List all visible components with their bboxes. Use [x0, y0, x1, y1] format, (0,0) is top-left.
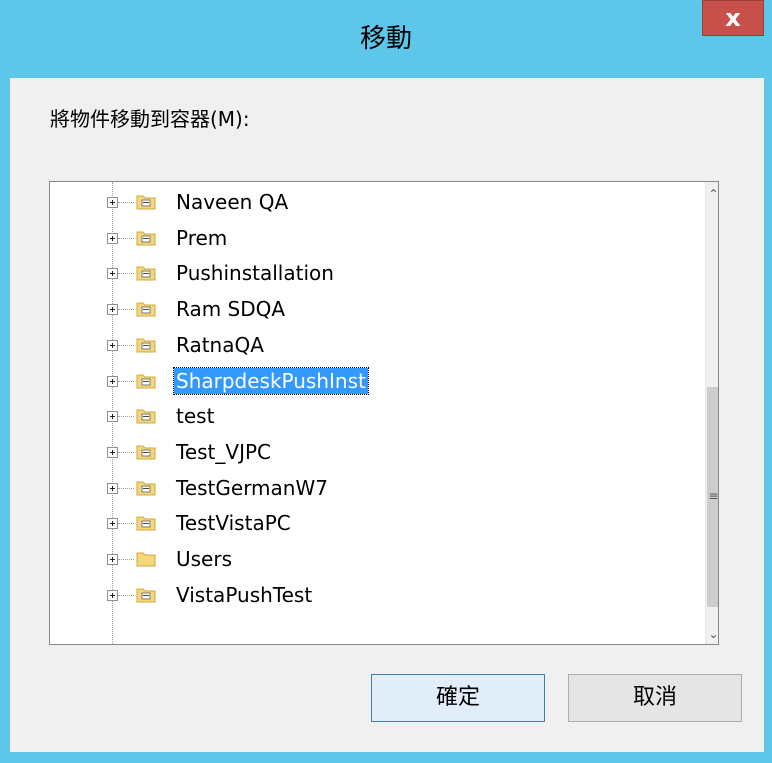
ok-button[interactable]: 確定	[371, 674, 545, 722]
tree-item-label[interactable]: VistaPushTest	[174, 582, 314, 608]
organizational-unit-icon	[136, 442, 156, 462]
window-title: 移動	[359, 24, 412, 54]
tree-connector	[118, 416, 134, 418]
cancel-button[interactable]: 取消	[568, 674, 742, 722]
expand-plus-icon[interactable]	[107, 304, 118, 316]
tree-item[interactable]: VistaPushTest	[50, 579, 705, 611]
tree-item[interactable]: TestGermanW7	[50, 472, 705, 504]
vertical-scrollbar[interactable]: ⌃ ≡ ⌄	[705, 182, 719, 644]
tree-connector	[118, 487, 134, 489]
tree-item[interactable]: SharpdeskPushInst	[50, 365, 705, 397]
tree-item[interactable]: RatnaQA	[50, 329, 705, 361]
tree-item[interactable]: Naveen QA	[50, 186, 705, 218]
tree-item-label[interactable]: Naveen QA	[174, 189, 290, 215]
organizational-unit-icon	[136, 335, 156, 355]
scrollbar-thumb[interactable]: ≡	[707, 387, 719, 607]
organizational-unit-icon	[136, 513, 156, 533]
tree-connector	[118, 594, 134, 596]
organizational-unit-icon	[136, 299, 156, 319]
expand-plus-icon[interactable]	[107, 375, 118, 387]
tree-item-label[interactable]: Test_VJPC	[174, 439, 273, 465]
tree-item-label[interactable]: Pushinstallation	[174, 260, 336, 286]
organizational-unit-icon	[136, 263, 156, 283]
close-button[interactable]: x	[702, 0, 764, 36]
expand-plus-icon[interactable]	[107, 411, 118, 423]
scroll-up-icon[interactable]: ⌃	[706, 184, 718, 204]
tree-item-label[interactable]: Ram SDQA	[174, 296, 287, 322]
tree-item-label[interactable]: Users	[174, 546, 234, 572]
tree-item[interactable]: Prem	[50, 222, 705, 254]
title-bar[interactable]: 移動 x	[0, 0, 772, 78]
tree-connector	[118, 523, 134, 525]
dialog-body: 將物件移動到容器(M): Naveen QA Prem Pushinstallati…	[10, 78, 764, 752]
tree-item-label[interactable]: test	[174, 403, 216, 429]
tree-item[interactable]: Users	[50, 543, 705, 575]
organizational-unit-icon	[136, 478, 156, 498]
expand-plus-icon[interactable]	[107, 339, 118, 351]
tree-connector	[118, 202, 134, 203]
tree-item[interactable]: test	[50, 400, 705, 432]
expand-plus-icon[interactable]	[107, 268, 118, 280]
tree-connector	[118, 559, 134, 560]
tree-connector	[118, 273, 134, 275]
tree-connector	[118, 451, 134, 453]
tree-connector	[118, 344, 134, 346]
expand-plus-icon[interactable]	[107, 518, 118, 530]
organizational-unit-icon	[136, 192, 156, 212]
tree-item[interactable]: TestVistaPC	[50, 507, 705, 539]
expand-plus-icon[interactable]	[107, 232, 118, 244]
expand-plus-icon[interactable]	[107, 482, 118, 494]
tree-connector	[118, 237, 134, 239]
tree-connector	[118, 309, 134, 311]
expand-plus-icon[interactable]	[107, 446, 118, 458]
tree-item[interactable]: Pushinstallation	[50, 257, 705, 289]
container-tree[interactable]: Naveen QA Prem Pushinstallation Ram SDQA Rat…	[49, 181, 719, 645]
scroll-down-icon[interactable]: ⌄	[706, 624, 718, 644]
organizational-unit-icon	[136, 371, 156, 391]
tree-connector	[118, 380, 134, 382]
tree-item-label[interactable]: TestGermanW7	[174, 475, 330, 501]
tree-item-label[interactable]: TestVistaPC	[174, 510, 293, 536]
expand-plus-icon[interactable]	[107, 589, 118, 601]
expand-plus-icon[interactable]	[107, 554, 118, 565]
move-to-container-label: 將物件移動到容器(M):	[50, 107, 250, 131]
organizational-unit-icon	[136, 585, 156, 605]
move-dialog: 移動 x 將物件移動到容器(M): Naveen QA Prem Pushinsta…	[0, 0, 772, 763]
grip-icon: ≡	[708, 489, 719, 503]
tree-item-label[interactable]: Prem	[174, 225, 229, 251]
folder-icon	[136, 549, 156, 569]
tree-item[interactable]: Ram SDQA	[50, 293, 705, 325]
tree-item-label[interactable]: SharpdeskPushInst	[173, 366, 369, 395]
tree-item[interactable]: Test_VJPC	[50, 436, 705, 468]
tree-item-label[interactable]: RatnaQA	[174, 332, 266, 358]
expand-plus-icon[interactable]	[107, 197, 118, 208]
organizational-unit-icon	[136, 228, 156, 248]
organizational-unit-icon	[136, 406, 156, 426]
